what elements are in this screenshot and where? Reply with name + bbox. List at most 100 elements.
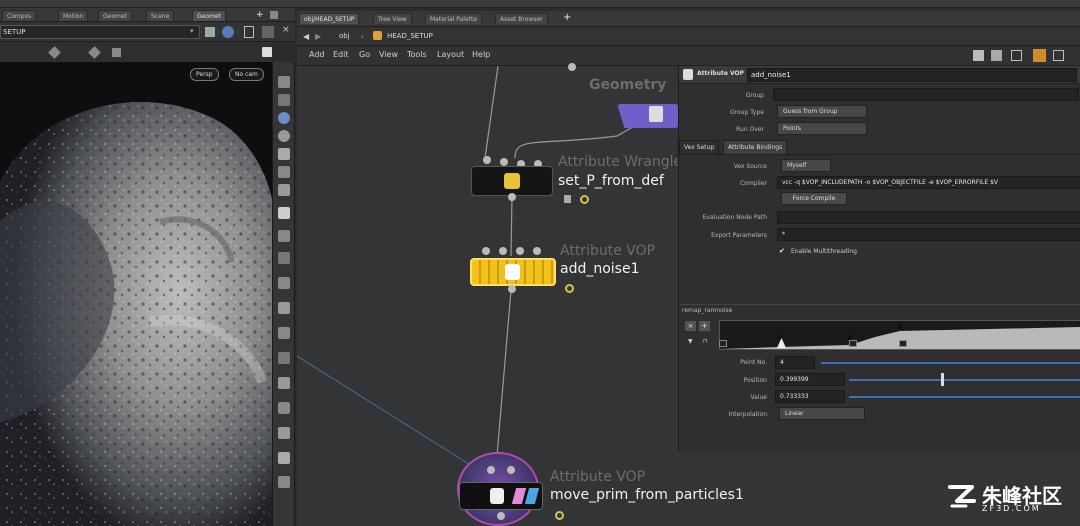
move-input-dot[interactable] [487, 466, 495, 474]
settings-icon[interactable] [262, 26, 274, 38]
menu-tools[interactable]: Tools [407, 50, 427, 59]
node-name-field[interactable]: add_noise1 [747, 68, 1077, 82]
pane-menu-icon[interactable] [270, 11, 278, 19]
ramp-link-icon[interactable]: ⊓ [703, 338, 708, 345]
camera-icon[interactable] [278, 427, 290, 439]
render-flag-icon[interactable] [555, 511, 564, 520]
paint-icon[interactable] [278, 230, 290, 242]
value-slider[interactable] [849, 396, 1080, 398]
render-icon[interactable] [278, 452, 290, 464]
grid-network-icon[interactable] [1011, 50, 1022, 61]
list-mode-icon[interactable] [1033, 49, 1046, 62]
menu-help[interactable]: Help [472, 50, 490, 59]
value-field[interactable]: 0.733333 [775, 390, 845, 403]
group-field[interactable] [773, 88, 1079, 101]
vop-input-dot[interactable] [499, 247, 507, 255]
vop-output-dot[interactable] [508, 285, 516, 293]
lock-flag-icon[interactable] [564, 195, 571, 203]
brush-icon[interactable] [278, 302, 290, 314]
ramp-add-icon[interactable]: + [699, 321, 710, 331]
breadcrumb-obj[interactable]: obj [335, 30, 354, 43]
tab-compos[interactable]: Compos [2, 10, 37, 21]
hand-icon[interactable] [278, 327, 290, 339]
multithreading-checkbox[interactable]: ✔ [779, 247, 785, 255]
flipbook-icon[interactable] [278, 476, 290, 488]
pin-icon[interactable] [205, 27, 215, 37]
lock-icon[interactable] [278, 94, 290, 106]
wrench-icon[interactable] [973, 50, 984, 61]
wrangle-output-dot[interactable] [508, 193, 516, 201]
snap-network-icon[interactable] [991, 50, 1002, 61]
close-pane-icon[interactable]: × [282, 25, 290, 35]
eval-node-path-field[interactable] [777, 211, 1080, 224]
ramp-key-0[interactable] [719, 340, 727, 347]
sphere-icon[interactable] [278, 130, 290, 142]
position-slider[interactable] [849, 379, 1080, 381]
bypass-flag-icon[interactable] [580, 195, 589, 204]
position-field[interactable]: 0.399399 [775, 373, 845, 386]
menu-view[interactable]: View [379, 50, 398, 59]
menu-edit[interactable]: Edit [333, 50, 349, 59]
select-tool-icon[interactable] [48, 46, 61, 59]
rotate-tool-icon[interactable] [112, 48, 121, 57]
tab-attribute-bindings[interactable]: Attribute Bindings [723, 140, 788, 154]
wrangle-input-dot[interactable] [483, 156, 491, 164]
point-no-field[interactable]: 4 [775, 356, 815, 369]
breadcrumb-head-setup[interactable]: HEAD_SETUP [383, 30, 437, 43]
doc-icon[interactable] [244, 26, 254, 38]
tab-scene[interactable]: Scene [146, 10, 175, 21]
export-params-field[interactable]: * [777, 228, 1080, 241]
wrangle-input-dot[interactable] [500, 158, 508, 166]
tab-asset-browser[interactable]: Asset Browser [495, 13, 548, 24]
globe-icon[interactable] [222, 26, 234, 38]
viewport-options-icon[interactable] [262, 47, 272, 57]
tab-material-palette[interactable]: Material Palette [425, 13, 483, 24]
move-output-dot[interactable] [497, 512, 505, 520]
interpolation-menu[interactable]: Linear [779, 407, 865, 420]
square-icon[interactable] [278, 402, 290, 414]
3d-viewport[interactable] [0, 62, 272, 526]
tab-tree-view[interactable]: Tree View [373, 13, 412, 24]
grid-icon[interactable] [278, 148, 290, 160]
node-output-dot[interactable] [568, 63, 576, 71]
add-tab-icon[interactable]: + [563, 12, 571, 23]
move-tool-icon[interactable] [88, 46, 101, 59]
tab-obj-head-setup[interactable]: obj/HEAD_SETUP [299, 13, 360, 24]
tab-geomet[interactable]: Geomet [98, 10, 132, 21]
path-dropdown-icon[interactable]: ▾ [190, 27, 194, 35]
persp-menu[interactable]: Persp [190, 68, 219, 81]
menu-go[interactable]: Go [359, 50, 370, 59]
bone-icon[interactable] [278, 207, 290, 219]
ramp-key-2[interactable] [849, 340, 857, 347]
ramp-expand-icon[interactable]: ▼ [688, 338, 693, 345]
add-noise-node[interactable] [470, 258, 556, 286]
compiler-field[interactable]: vcc -q $VOP_INCLUDEPATH -o $VOP_OBJECTFI… [777, 176, 1080, 189]
view-icon[interactable] [278, 76, 290, 88]
display-flag-icon[interactable] [565, 284, 574, 293]
viewport-path-field[interactable]: SETUP [0, 25, 200, 39]
snap-icon[interactable] [278, 112, 290, 124]
menu-add[interactable]: Add [309, 50, 325, 59]
position-slider-handle[interactable] [940, 373, 944, 386]
pin-tool-icon[interactable] [278, 166, 290, 178]
move-input-dot[interactable] [507, 466, 515, 474]
back-icon[interactable]: ◀ [303, 32, 309, 41]
dot-icon[interactable] [278, 252, 290, 264]
group-type-menu[interactable]: Guess from Group [777, 105, 867, 118]
force-compile-button[interactable]: Force Compile [781, 192, 847, 205]
add-tab-icon[interactable]: + [256, 10, 264, 20]
forward-icon[interactable]: ▶ [315, 32, 321, 41]
vex-source-menu[interactable]: Myself [781, 159, 831, 172]
tab-vex-setup[interactable]: Vex Setup [679, 140, 720, 154]
pencil-icon[interactable] [278, 277, 290, 289]
move-prim-node[interactable] [459, 482, 543, 510]
light-icon[interactable] [278, 184, 290, 196]
wrangle-name-label[interactable]: set_P_from_def [558, 173, 664, 189]
menu-layout[interactable]: Layout [437, 50, 464, 59]
geometry-node[interactable] [617, 104, 679, 128]
add-noise-name-label[interactable]: add_noise1 [560, 261, 640, 277]
crop-icon[interactable] [278, 352, 290, 364]
move-prim-name-label[interactable]: move_prim_from_particles1 [550, 487, 744, 503]
tab-motion[interactable]: Motion [58, 10, 89, 21]
ramp-remove-icon[interactable]: × [685, 321, 696, 331]
